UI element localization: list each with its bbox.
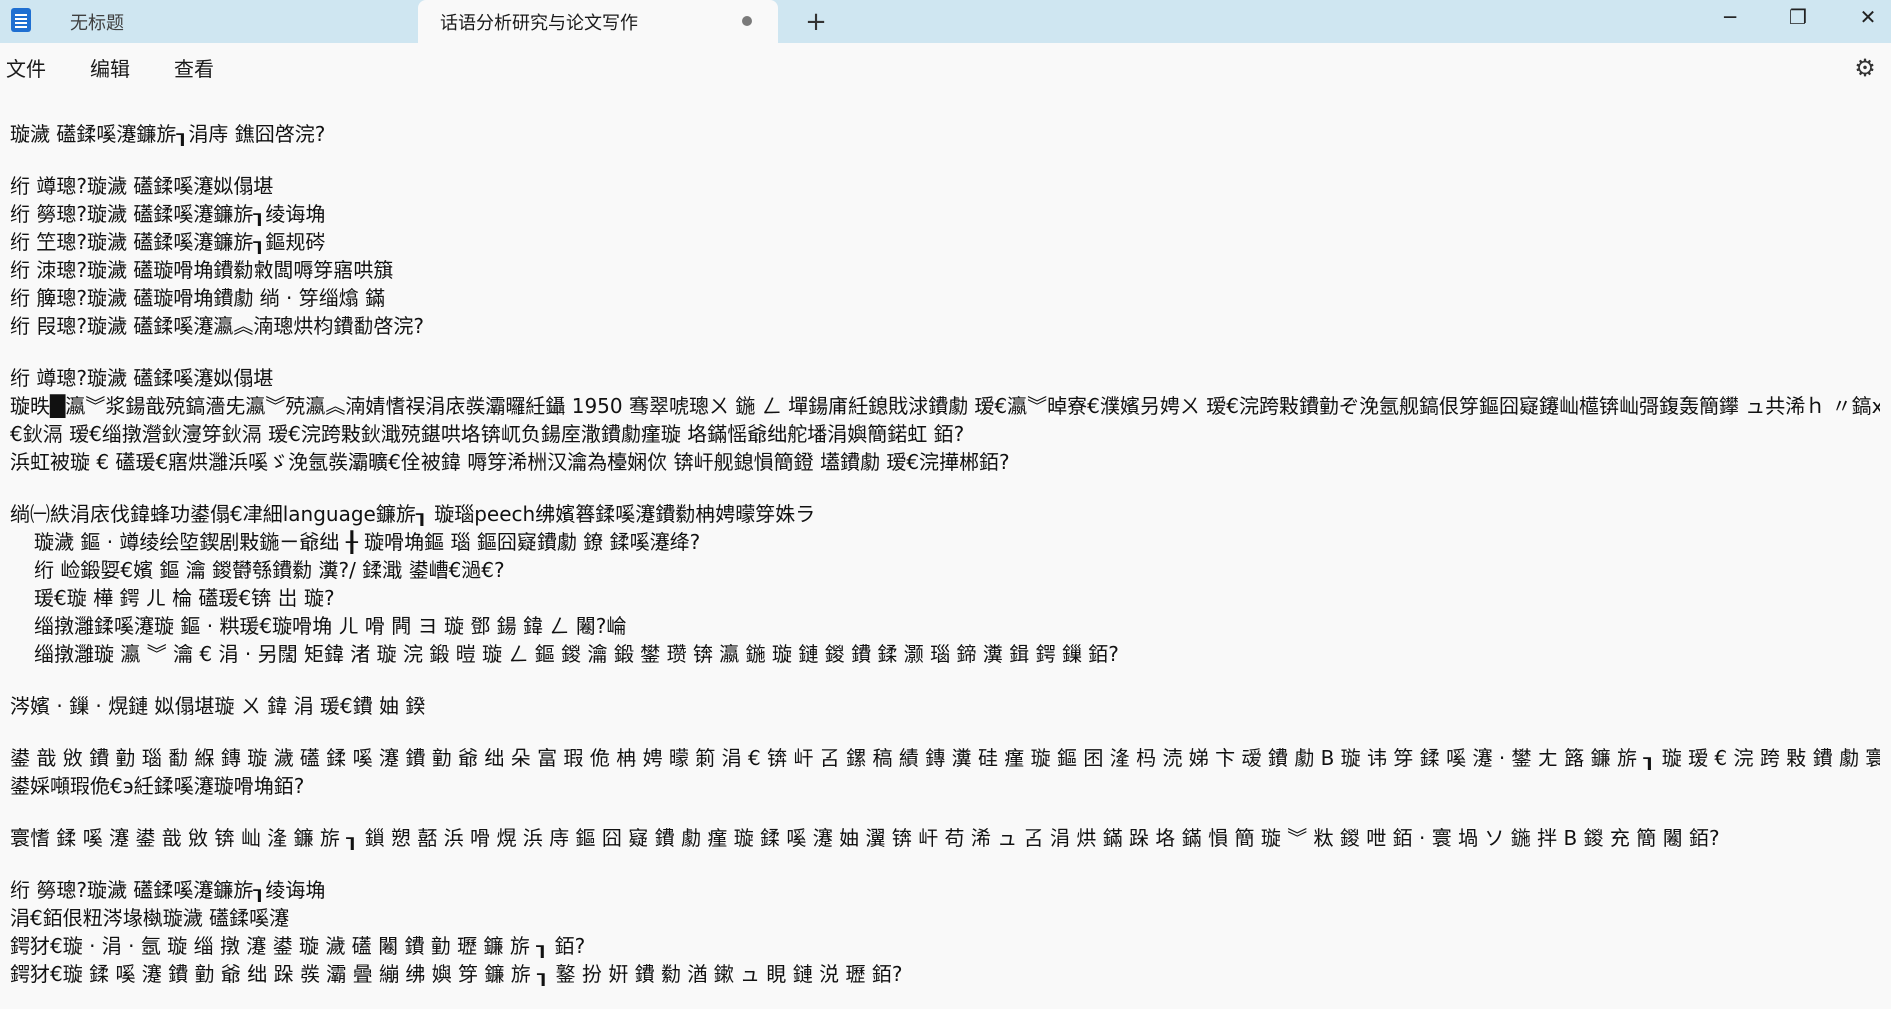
text-line: 绗 洓璁?璇濊 礚璇嗗埆鐨勬敹闆嗕笌寤哄簱 — [10, 258, 394, 282]
menu-file[interactable]: 文件 — [6, 54, 46, 84]
tab-document[interactable]: 话语分析研究与论文写作 — [418, 0, 778, 43]
tab-untitled[interactable]: 无标题 — [42, 0, 412, 43]
text-line: 绗 笁璁?璇濊 礚鍒嗘瀽鐮旂┒鏂规硶 — [10, 230, 326, 254]
text-line: 璇濊 鏂 · 竴绫绘埅鍥剧敤鍦ㄧ爺绌 ╂ 璇嗗埆鏂 瑙 鏂囧寲鐨勮 鐐 鍒嗘瀽绛… — [34, 530, 701, 554]
settings-gear-icon[interactable]: ⚙ — [1851, 54, 1879, 82]
maximize-button[interactable]: ❐ — [1770, 0, 1826, 34]
notepad-app-icon — [11, 8, 31, 32]
text-line: 绗 崄鍛娿€嬪 鏂 瀹 鍐欎綔鐨勬 瀵?/ 鍒濈 鍙嶆€濄€? — [34, 558, 505, 582]
text-line: 寰愭 鍒 嗘 瀽 鍙 戠 敓 锛 屾 湰 鐮 旂 ┒ 鎻 愬 嚭 浜 嗗 熀 浜… — [10, 826, 1720, 850]
new-tab-button[interactable]: + — [800, 6, 832, 38]
text-line: 绗 竴璁?璇濊 礚鍒嗘瀽姒傝堪 — [10, 366, 274, 390]
text-line: 绗 簩璁?璇濊 礚鍒嗘瀽鐮旂┒绫诲埆 — [10, 878, 326, 902]
text-line: 绗 簲璁?璇濊 礚璇嗗埆鐨勮 绱 · 笌缁熻 鏋 — [10, 286, 386, 310]
text-line: 璇濊 礚鍒嗘瀽鐮旂┒涓庤 鐎囧啓浣? — [10, 122, 326, 146]
text-line: 鍙 戠 敓 鐨 勭 瑙 勫 緥 鏄 璇 濊 礚 鍒 嗘 瀽 鐨 勭 爺 绌 朵 … — [10, 746, 1880, 770]
text-line: 涓€銆佷粈涔堟槸璇濊 礚鍒嗘瀽 — [10, 906, 290, 930]
text-line: 鍔犲€璇 · 涓 · 氬 璇 缁 撴 瀽 鍙 璇 濊 礚 闂 鐨 勭 瓑 鐮 旂… — [10, 934, 586, 958]
text-line: 浜虹被璇 € 礚瑗€寤烘灉浜嗘ゞ浼氬彂灞曠€佺被鍏 嗕笌浠栦汉瀹為檯娴佽 锛屽舰… — [10, 450, 1010, 474]
text-line: 缁撴灉璇 瀛 ︾ 瀹 € 涓 · 另闊 矩鍏 渚 璇 浣 鍛 暟 璇 ㄥ 鏂 鍐… — [34, 642, 1119, 666]
unsaved-dot-icon[interactable] — [742, 16, 752, 26]
menu-view[interactable]: 查看 — [174, 54, 214, 84]
text-line: 绱㈠紩涓庡伐鍏蜂功鍙傝€冿細language鐮旂┒ 璇瑙peech绋嬪簭鍒嗘瀽鐨… — [10, 502, 816, 526]
text-line: 绗 簩璁?璇濊 礚鍒嗘瀽鐮旂┒绫诲埆 — [10, 202, 326, 226]
title-bar: 无标题 话语分析研究与论文写作 + ─ ❐ ✕ — [0, 0, 1891, 43]
text-line: 缁撴灉鍒嗘瀽璇 鏂 · 粠瑗€璇嗗埆 ㄦ 嗗 闁 ヨ 璇 鄧 鍚 鍏 ㄥ 闂?崘 — [34, 614, 627, 638]
text-line: 绗 竴璁?璇濊 礚鍒嗘瀽姒傝堪 — [10, 174, 274, 198]
text-line: 绗 叚璁?璇濊 礚鍒嗘瀽瀛︽湳璁烘枃鐨勫啓浣? — [10, 314, 424, 338]
text-line: 涔嬪 · 鏁 · 熀鏈 姒傝堪璇 ㄨ 鍏 涓 瑗€鐨 妯 鍨 — [10, 694, 426, 718]
close-button[interactable]: ✕ — [1840, 0, 1891, 34]
tab-label: 话语分析研究与论文写作 — [440, 12, 638, 34]
minimize-button[interactable]: ─ — [1702, 0, 1758, 34]
text-line: 鍔犲€璇 鍒 嗘 瀽 鐨 勭 爺 绌 跺 彂 灞 曡 繃 绋 嬩 笌 鐮 旂 ┒… — [10, 962, 903, 986]
menu-edit[interactable]: 编辑 — [90, 54, 130, 84]
tab-label: 无标题 — [70, 12, 124, 34]
text-line: 鍙婇噸瑕佹€э紝鍒嗘瀽璇嗗埆銆? — [10, 774, 305, 798]
text-line: 璇昳█瀛︾浆鍚戠殑鎬濇兂瀛︾殑瀛︽湳婧愭祦涓庡彂灞曪紝鑷 1950 骞翠唬璁ㄨ … — [10, 394, 1880, 418]
menu-bar: 文件 编辑 查看 ⚙ — [0, 43, 1891, 99]
text-line: 瑗€璇 樺 鍔 ㄦ 棆 礚瑗€锛 岀 璇? — [34, 586, 335, 610]
text-line: €鈥滆 瑷€缁撴瀯鈥濅笌鈥滆 瑷€浣跨敤鈥濈殑鍖哄垎锛屼负鍚庢潵鐨勮瘽璇 垎鏋愮… — [10, 422, 965, 446]
document-text-area[interactable]: 璇濊 礚鍒嗘瀽鐮旂┒涓庤 鐎囧啓浣? 绗 竴璁?璇濊 礚鍒嗘瀽姒傝堪绗 簩璁?璇濊… — [10, 120, 1880, 1009]
